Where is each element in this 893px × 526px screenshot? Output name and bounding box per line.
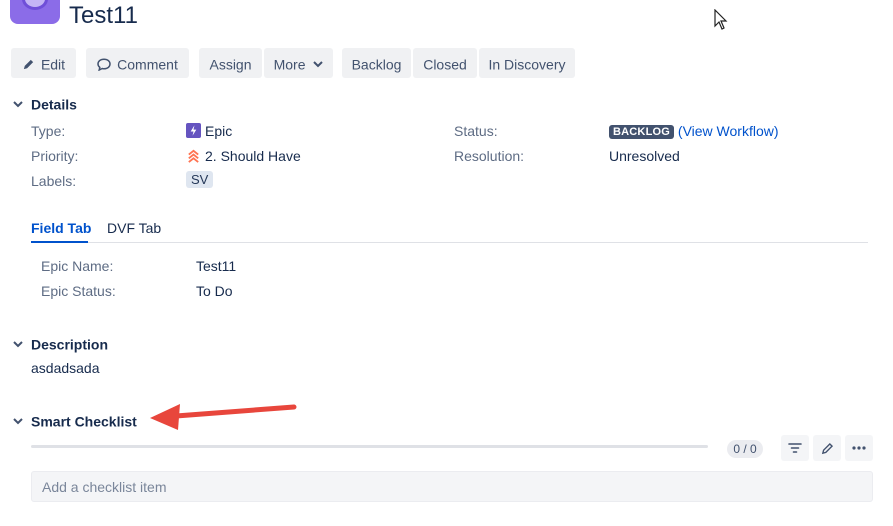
issue-title: Test11 xyxy=(69,2,138,29)
epic-name-label: Epic Name: xyxy=(41,258,114,274)
tab-field[interactable]: Field Tab xyxy=(31,220,91,236)
project-avatar xyxy=(10,0,60,24)
description-text[interactable]: asdadsada xyxy=(31,360,100,376)
priority-value: 2. Should Have xyxy=(186,148,301,164)
issue-header: Test11 xyxy=(0,0,893,40)
label-tag-sv[interactable]: SV xyxy=(186,171,214,188)
more-button[interactable]: More xyxy=(264,48,333,78)
resolution-value: Unresolved xyxy=(609,148,680,164)
view-workflow-link[interactable]: (View Workflow) xyxy=(678,123,779,139)
labels-label: Labels: xyxy=(31,173,77,189)
priority-high-icon xyxy=(188,149,199,163)
in-discovery-button[interactable]: In Discovery xyxy=(479,48,575,78)
resolution-label: Resolution: xyxy=(454,148,525,164)
edit-checklist-button[interactable] xyxy=(813,435,841,461)
comment-button[interactable]: Comment xyxy=(86,48,189,78)
edit-button[interactable]: Edit xyxy=(11,48,76,78)
chevron-down-icon xyxy=(313,61,324,68)
checklist-count: 0 / 0 xyxy=(727,440,763,458)
type-label: Type: xyxy=(31,123,66,139)
smart-checklist-toggle[interactable]: Smart Checklist xyxy=(11,412,137,429)
priority-label: Priority: xyxy=(31,148,79,164)
filter-icon xyxy=(788,443,802,453)
chevron-down-icon xyxy=(13,418,23,425)
more-icon xyxy=(852,446,866,450)
epic-name-value: Test11 xyxy=(196,258,237,274)
checklist-progress-bar xyxy=(31,445,708,448)
description-toggle[interactable]: Description xyxy=(11,335,108,352)
type-value: Epic xyxy=(186,123,232,139)
chevron-down-icon xyxy=(13,341,23,348)
pencil-icon xyxy=(23,59,34,69)
assign-button[interactable]: Assign xyxy=(199,48,262,78)
annotation-arrow xyxy=(150,404,297,430)
more-actions-button[interactable] xyxy=(845,435,873,461)
backlog-button[interactable]: Backlog xyxy=(342,48,411,78)
field-tabs: Field Tab DVF Tab xyxy=(31,220,868,243)
tab-dvf[interactable]: DVF Tab xyxy=(107,220,161,236)
edit-icon xyxy=(821,442,833,454)
status-badge: BACKLOG xyxy=(609,125,675,140)
epic-status-value: To Do xyxy=(196,283,233,299)
closed-button[interactable]: Closed xyxy=(413,48,477,78)
cursor-icon xyxy=(714,9,728,30)
add-checklist-item-input[interactable] xyxy=(31,471,873,502)
epic-status-label: Epic Status: xyxy=(41,283,116,299)
chevron-down-icon xyxy=(13,101,23,108)
epic-icon xyxy=(186,123,201,138)
filter-button[interactable] xyxy=(781,435,809,461)
status-value: BACKLOG (View Workflow) xyxy=(609,123,779,140)
active-tab-indicator xyxy=(31,241,88,243)
status-label: Status: xyxy=(454,123,498,139)
comment-icon xyxy=(97,58,111,71)
details-toggle[interactable]: Details xyxy=(11,95,77,112)
